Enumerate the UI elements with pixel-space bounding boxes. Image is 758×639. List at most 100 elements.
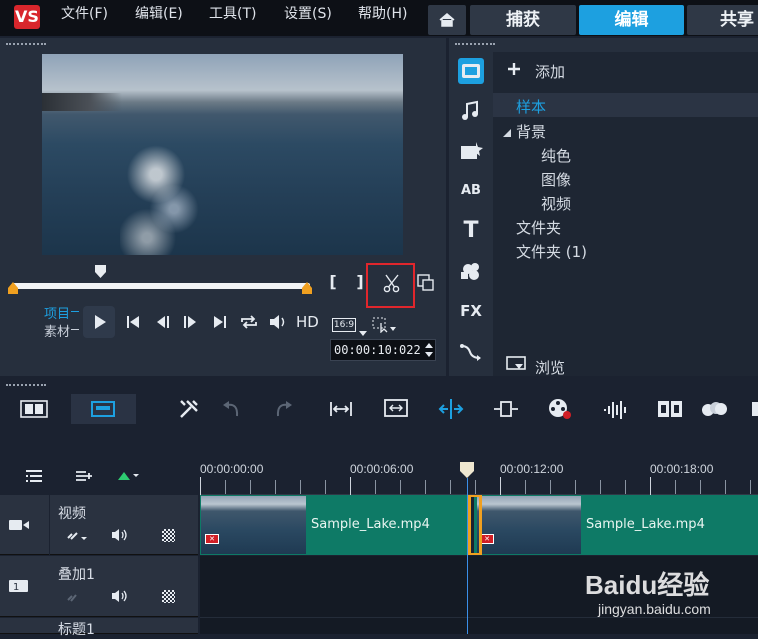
- timecode-display[interactable]: 00:00:10:022: [330, 339, 436, 361]
- menu-file[interactable]: 文件(F): [61, 0, 108, 30]
- chapter-button[interactable]: [74, 468, 94, 484]
- menu-tools[interactable]: 工具(T): [209, 0, 256, 30]
- overlay-link-toggle[interactable]: [66, 589, 78, 603]
- undo-button[interactable]: [220, 399, 242, 419]
- multi-camera-button[interactable]: [657, 398, 683, 420]
- plus-icon: [508, 63, 520, 75]
- motion-track-button[interactable]: [700, 398, 728, 420]
- mode-clip[interactable]: 素材: [44, 321, 70, 340]
- menu-help[interactable]: 帮助(H): [358, 0, 407, 30]
- menu-edit[interactable]: 编辑(E): [135, 0, 183, 30]
- tree-item-image[interactable]: 图像: [541, 169, 571, 190]
- toolbar-overflow-icon[interactable]: [752, 402, 758, 416]
- clip-2-mute-icon: ✕: [480, 534, 494, 544]
- repeat-button[interactable]: [239, 313, 259, 331]
- mark-out-button[interactable]: ]: [354, 272, 366, 291]
- aspect-dropdown-icon[interactable]: [359, 326, 367, 336]
- add-folder-label[interactable]: 添加: [535, 61, 565, 82]
- audio-library-button[interactable]: [458, 98, 484, 124]
- browse-button[interactable]: [506, 356, 528, 372]
- mode-project[interactable]: 项目: [44, 303, 70, 322]
- ripple-edit-button[interactable]: [438, 398, 464, 420]
- title-library-button[interactable]: AB: [458, 178, 484, 204]
- tree-item-folder-1[interactable]: 文件夹 (1): [516, 241, 587, 262]
- preview-sparkle: [120, 140, 210, 255]
- link-toggle[interactable]: [66, 528, 88, 542]
- repeat-icon: [241, 315, 257, 329]
- trim-end-handle[interactable]: [302, 282, 312, 294]
- tree-expand-icon[interactable]: [503, 126, 511, 137]
- playhead-handle[interactable]: [460, 462, 474, 478]
- graphics-library-button[interactable]: [458, 258, 484, 284]
- next-frame-icon: [184, 316, 196, 328]
- player-grip[interactable]: [6, 43, 46, 46]
- tab-edit[interactable]: 编辑: [579, 5, 684, 35]
- redo-button[interactable]: [273, 399, 295, 419]
- ruler-tick-18: 00:00:18:00: [650, 462, 714, 476]
- track-name-video[interactable]: 视频: [58, 503, 86, 523]
- ruler-tick-0: 00:00:00:00: [200, 462, 264, 476]
- add-folder-button[interactable]: [506, 60, 522, 78]
- timecode-stepper[interactable]: [424, 341, 434, 359]
- screen-icon: [384, 399, 408, 417]
- track-name-overlay[interactable]: 叠加1: [58, 564, 95, 584]
- prev-frame-icon: [157, 316, 169, 328]
- go-start-button[interactable]: [124, 313, 142, 331]
- volume-button[interactable]: [268, 313, 288, 331]
- screen-record-button[interactable]: [384, 398, 408, 420]
- trim-slider[interactable]: [12, 283, 310, 289]
- tree-item-samples[interactable]: 样本: [516, 96, 546, 117]
- tree-item-video[interactable]: 视频: [541, 193, 571, 214]
- go-end-button[interactable]: [211, 313, 229, 331]
- hd-button[interactable]: HD: [296, 313, 319, 331]
- mark-in-button[interactable]: [: [327, 272, 339, 291]
- tree-item-folder[interactable]: 文件夹: [516, 217, 561, 238]
- tools-button[interactable]: [177, 397, 201, 421]
- smartproxy-button[interactable]: [372, 317, 396, 334]
- timeline-view-button[interactable]: [71, 394, 136, 424]
- track-name-title[interactable]: 标题1: [58, 619, 95, 639]
- library-grip[interactable]: [455, 43, 495, 46]
- storyboard-view-button[interactable]: [20, 398, 48, 420]
- menu-settings[interactable]: 设置(S): [284, 0, 332, 30]
- overlay-mute-button[interactable]: [111, 589, 129, 603]
- track-manager-button[interactable]: [24, 468, 44, 484]
- scrubber-handle[interactable]: [95, 265, 106, 278]
- media-library-button[interactable]: [458, 58, 484, 84]
- playhead-line[interactable]: [467, 478, 468, 634]
- browse-label[interactable]: 浏览: [535, 357, 565, 378]
- add-marker-button[interactable]: [117, 469, 139, 481]
- split-clip-button[interactable]: [381, 272, 403, 294]
- trim-start-handle[interactable]: [8, 282, 18, 294]
- mode-clip-line: [71, 329, 79, 330]
- track-mute-button[interactable]: [111, 528, 129, 542]
- ruler-major-tick: [500, 477, 501, 495]
- timeline-grip[interactable]: [6, 384, 46, 387]
- prev-frame-button[interactable]: [154, 313, 172, 331]
- overlay-transparency-icon[interactable]: [162, 590, 175, 603]
- aspect-ratio-button[interactable]: 16:9: [332, 318, 356, 332]
- clip-split-marker[interactable]: [468, 495, 482, 555]
- enlarge-preview-button[interactable]: [417, 274, 435, 292]
- next-frame-button[interactable]: [181, 313, 199, 331]
- mode-project-line: [71, 311, 79, 312]
- tab-capture[interactable]: 捕获: [470, 5, 576, 35]
- triangle-marker-icon: [118, 472, 139, 480]
- tab-share[interactable]: 共享: [687, 5, 758, 35]
- tree-item-solid[interactable]: 纯色: [541, 145, 571, 166]
- enlarge-icon: [417, 274, 434, 291]
- tree-item-background[interactable]: 背景: [516, 121, 546, 142]
- app-logo: VS: [14, 5, 40, 29]
- path-library-button[interactable]: [458, 338, 484, 364]
- mixer-button[interactable]: [547, 397, 573, 421]
- text-library-button[interactable]: T: [458, 218, 484, 244]
- track-transparency-icon[interactable]: [162, 529, 175, 542]
- play-button[interactable]: [83, 306, 115, 338]
- ruler-tick-12: 00:00:12:00: [500, 462, 564, 476]
- home-button[interactable]: [428, 5, 466, 35]
- fx-library-button[interactable]: FX: [458, 298, 484, 324]
- fit-project-button[interactable]: [329, 399, 353, 419]
- audio-waveform-button[interactable]: [602, 398, 628, 420]
- transition-library-button[interactable]: [458, 138, 484, 164]
- stretch-button[interactable]: [493, 398, 519, 420]
